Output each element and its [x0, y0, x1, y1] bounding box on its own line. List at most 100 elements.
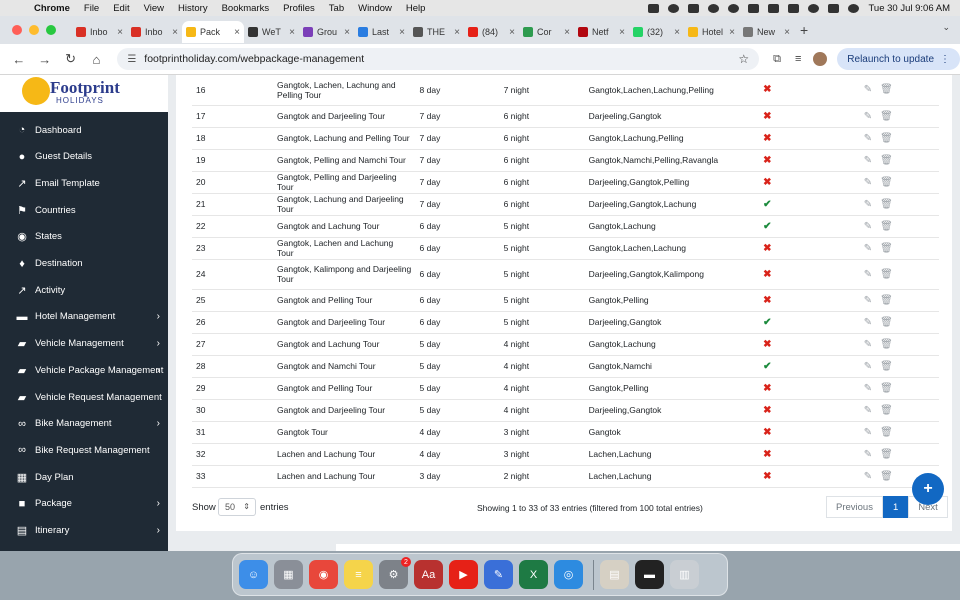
site-info-icon[interactable]: ☰: [127, 54, 136, 65]
downloads-icon[interactable]: ▤: [600, 560, 629, 589]
address-bar[interactable]: ☰ footprintholiday.com/webpackage-manage…: [117, 48, 760, 70]
status-inactive-icon[interactable]: ✖: [763, 243, 771, 254]
profile-avatar[interactable]: [813, 52, 828, 66]
menu-view[interactable]: View: [144, 3, 164, 14]
more-menu-icon[interactable]: ⋮: [940, 54, 950, 65]
browser-tab[interactable]: Pack ×: [182, 21, 244, 43]
trash-icon[interactable]: ▥: [670, 560, 699, 589]
home-icon[interactable]: ⌂: [89, 52, 103, 67]
notes-icon[interactable]: ≡: [344, 560, 373, 589]
sidebar-item-destination[interactable]: ♦ Destination: [0, 251, 168, 277]
status-inactive-icon[interactable]: ✖: [763, 471, 771, 482]
browser-tab[interactable]: (84) ×: [464, 21, 519, 43]
browser-tab[interactable]: Last ×: [354, 21, 409, 43]
close-tab-icon[interactable]: ×: [784, 27, 790, 38]
bluetooth-icon[interactable]: [748, 3, 760, 13]
browser-tab[interactable]: New ×: [739, 21, 794, 43]
edit-icon[interactable]: ✎: [864, 133, 872, 144]
clock[interactable]: Tue 30 Jul 9:06 AM: [868, 3, 950, 14]
sidebar-item-bike-management[interactable]: ∞ Bike Management ›: [0, 411, 168, 437]
close-tab-icon[interactable]: ×: [344, 27, 350, 38]
play-icon[interactable]: [708, 3, 720, 13]
edit-icon[interactable]: ✎: [864, 295, 872, 306]
tray-app-icon[interactable]: [648, 3, 660, 13]
forward-icon[interactable]: →: [38, 52, 52, 67]
back-icon[interactable]: ←: [12, 52, 26, 67]
pen-app-icon[interactable]: ✎: [484, 560, 513, 589]
browser-tab[interactable]: Cor ×: [519, 21, 574, 43]
browser-tab[interactable]: Hotel ×: [684, 21, 739, 43]
delete-icon[interactable]: 🗑: [880, 361, 893, 372]
close-tab-icon[interactable]: ×: [454, 27, 460, 38]
sidebar-item-package[interactable]: ■ Package ›: [0, 491, 168, 517]
edit-icon[interactable]: ✎: [864, 177, 872, 188]
edit-icon[interactable]: ✎: [864, 361, 872, 372]
browser-tab[interactable]: Netf ×: [574, 21, 629, 43]
battery-icon[interactable]: [768, 3, 780, 13]
siri-icon[interactable]: [848, 3, 860, 13]
status-inactive-icon[interactable]: ✖: [763, 427, 771, 438]
status-inactive-icon[interactable]: ✖: [763, 133, 771, 144]
status-inactive-icon[interactable]: ✖: [763, 269, 771, 280]
close-tab-icon[interactable]: ×: [564, 27, 570, 38]
status-active-icon[interactable]: ✔: [763, 221, 771, 232]
finder-icon[interactable]: ☺: [239, 560, 268, 589]
sidebar-item-vehicle-management[interactable]: ▰ Vehicle Management ›: [0, 331, 168, 357]
edit-icon[interactable]: ✎: [864, 317, 872, 328]
sidebar-item-email-template[interactable]: ↗ Email Template: [0, 170, 168, 196]
edit-icon[interactable]: ✎: [864, 427, 872, 438]
youtube-music-icon[interactable]: ▶: [449, 560, 478, 589]
minimize-window-button[interactable]: [29, 25, 39, 35]
sidebar-item-guest-details[interactable]: ● Guest Details: [0, 144, 168, 170]
reload-icon[interactable]: ↻: [64, 51, 78, 67]
sidebar-item-activity[interactable]: ↗ Activity: [0, 277, 168, 303]
delete-icon[interactable]: 🗑: [880, 471, 893, 482]
status-inactive-icon[interactable]: ✖: [763, 177, 771, 188]
close-tab-icon[interactable]: ×: [172, 27, 178, 38]
menu-chrome[interactable]: Chrome: [34, 3, 70, 14]
logo[interactable]: Footprint HOLIDAYS: [0, 75, 168, 112]
close-tab-icon[interactable]: ×: [234, 27, 240, 38]
edit-icon[interactable]: ✎: [864, 269, 872, 280]
media-icon[interactable]: ≡: [795, 53, 801, 65]
close-tab-icon[interactable]: ×: [399, 27, 405, 38]
sidebar-item-vehicle-package-management[interactable]: ▰ Vehicle Package Management ›: [0, 357, 168, 383]
screen-recorder-icon[interactable]: ▬: [635, 560, 664, 589]
page-size-select[interactable]: 50 ⇕: [218, 498, 256, 516]
delete-icon[interactable]: 🗑: [880, 199, 893, 210]
extensions-icon[interactable]: ⧉: [773, 53, 781, 66]
delete-icon[interactable]: 🗑: [880, 177, 893, 188]
edit-icon[interactable]: ✎: [864, 221, 872, 232]
url-text[interactable]: footprintholiday.com/webpackage-manageme…: [144, 53, 364, 65]
close-tab-icon[interactable]: ×: [509, 27, 515, 38]
menu-window[interactable]: Window: [358, 3, 392, 14]
menu-help[interactable]: Help: [406, 3, 426, 14]
edit-icon[interactable]: ✎: [864, 84, 872, 95]
sidebar-item-countries[interactable]: ⚑ Countries: [0, 197, 168, 223]
sidebar-item-itinerary[interactable]: ▤ Itinerary ›: [0, 518, 168, 544]
status-inactive-icon[interactable]: ✖: [763, 449, 771, 460]
delete-icon[interactable]: 🗑: [880, 317, 893, 328]
status-inactive-icon[interactable]: ✖: [763, 383, 771, 394]
close-window-button[interactable]: [12, 25, 22, 35]
delete-icon[interactable]: 🗑: [880, 295, 893, 306]
chrome-icon[interactable]: ◉: [309, 560, 338, 589]
browser-tab[interactable]: THE ×: [409, 21, 464, 43]
edit-icon[interactable]: ✎: [864, 339, 872, 350]
search-icon[interactable]: [808, 3, 820, 13]
safari-icon[interactable]: ◎: [554, 560, 583, 589]
status-inactive-icon[interactable]: ✖: [763, 339, 771, 350]
browser-tab[interactable]: Grou ×: [299, 21, 354, 43]
browser-tab[interactable]: Inbo ×: [127, 21, 182, 43]
sidebar-item-states[interactable]: ◉ States: [0, 224, 168, 250]
dictionary-icon[interactable]: Aa: [414, 560, 443, 589]
delete-icon[interactable]: 🗑: [880, 339, 893, 350]
zoom-window-button[interactable]: [46, 25, 56, 35]
edit-icon[interactable]: ✎: [864, 383, 872, 394]
tray-app-icon[interactable]: [688, 3, 700, 13]
delete-icon[interactable]: 🗑: [880, 269, 893, 280]
status-inactive-icon[interactable]: ✖: [763, 155, 771, 166]
delete-icon[interactable]: 🗑: [880, 427, 893, 438]
sidebar-item-hotel-management[interactable]: ▬ Hotel Management ›: [0, 304, 168, 330]
delete-icon[interactable]: 🗑: [880, 221, 893, 232]
